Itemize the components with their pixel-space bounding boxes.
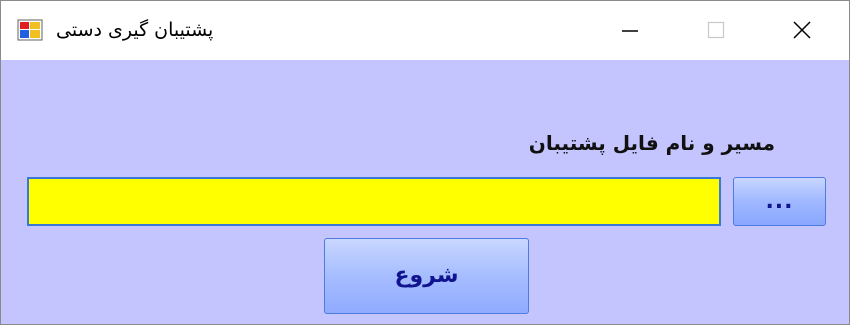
window-title: پشتیبان گیری دستی: [56, 19, 214, 41]
form-body: مسیر و نام فایل پشتیبان ... شروع: [1, 60, 849, 324]
maximize-icon: [707, 21, 725, 39]
backup-window: پشتیبان گیری دستی مسیر و نام فایل پشتیبا…: [0, 0, 850, 325]
backup-path-label: مسیر و نام فایل پشتیبان: [528, 131, 775, 155]
app-icon: [17, 18, 45, 42]
backup-path-input[interactable]: [27, 177, 721, 226]
close-button[interactable]: [773, 1, 831, 60]
browse-button[interactable]: ...: [733, 177, 826, 226]
minimize-icon: [622, 30, 638, 32]
maximize-button: [687, 1, 745, 60]
start-button[interactable]: شروع: [324, 238, 529, 314]
close-icon: [793, 21, 811, 39]
title-bar[interactable]: پشتیبان گیری دستی: [1, 1, 849, 60]
minimize-button[interactable]: [601, 1, 659, 60]
